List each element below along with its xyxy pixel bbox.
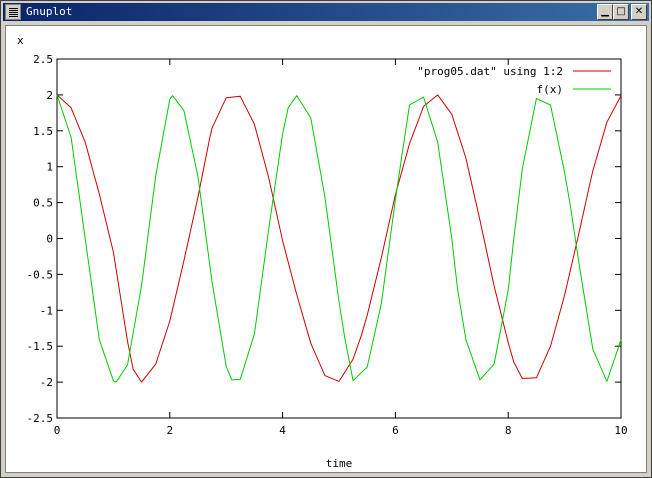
maximize-button[interactable]: □ [613, 4, 629, 20]
window-title: Gnuplot [26, 5, 73, 18]
x-tick-label: 2 [166, 424, 173, 437]
series-line-1 [56, 94, 622, 383]
x-tick-label: 4 [279, 424, 286, 437]
y-axis-label: x [17, 34, 24, 47]
y-tick-label: 0.5 [33, 197, 53, 210]
x-axis-label: time [326, 457, 353, 470]
x-tick-label: 10 [614, 424, 627, 437]
plot-area: x time -2.5 -2 -1.5 -1 -0.5 0 0.5 1 1.5 2 2.5 0 2 4 6 8… [5, 25, 647, 473]
legend-label-series-1: "prog05.dat" using 1:2 [417, 65, 563, 78]
y-tick-label: 1.5 [33, 125, 53, 138]
series-line-2 [56, 94, 622, 383]
y-tick-label: 2 [46, 89, 53, 102]
x-tick-label: 6 [392, 424, 399, 437]
y-tick-label: -2.5 [27, 412, 54, 425]
legend-label-series-2: f(x) [537, 83, 564, 96]
y-tick-label: -2 [40, 376, 53, 389]
title-bar[interactable]: Gnuplot ▁ □ ✕ [3, 3, 649, 21]
y-tick-label: -1.5 [27, 340, 54, 353]
y-tick-label: 1 [46, 161, 53, 174]
line-chart: x time -2.5 -2 -1.5 -1 -0.5 0 0.5 1 1.5 2 2.5 0 2 4 6 8… [17, 34, 628, 470]
close-button[interactable]: ✕ [631, 4, 647, 20]
gnuplot-window: Gnuplot ▁ □ ✕ x time -2.5 -2 -1.5 -1 -0.5 0 0.… [0, 0, 652, 478]
minimize-button[interactable]: ▁ [597, 4, 613, 20]
plot-border [56, 58, 622, 419]
y-tick-label: -0.5 [27, 268, 54, 281]
x-tick-label: 0 [54, 424, 61, 437]
x-tick-label: 8 [505, 424, 512, 437]
y-tick-label: -1 [40, 304, 53, 317]
y-tick-label: 2.5 [33, 53, 53, 66]
y-tick-label: 0 [46, 233, 53, 246]
system-menu-icon[interactable] [5, 4, 21, 20]
